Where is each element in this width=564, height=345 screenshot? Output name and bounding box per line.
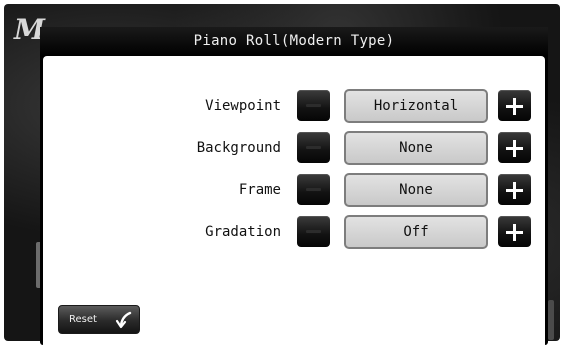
screen: M Piano Roll(Modern Type) Viewpoint Hori… <box>0 0 564 345</box>
plus-icon <box>506 182 523 199</box>
setting-row-viewpoint: Viewpoint Horizontal <box>43 89 545 123</box>
setting-label-viewpoint: Viewpoint <box>205 98 281 114</box>
viewpoint-increment-button[interactable] <box>498 90 531 121</box>
plus-icon <box>506 140 523 157</box>
reset-label: Reset <box>69 314 97 325</box>
frame-decrement-button[interactable] <box>297 174 330 205</box>
minus-icon <box>306 230 321 233</box>
minus-icon <box>306 104 321 107</box>
setting-row-gradation: Gradation Off <box>43 215 545 249</box>
setting-row-background: Background None <box>43 131 545 165</box>
settings-panel: Viewpoint Horizontal Background None Fra… <box>43 56 545 345</box>
undo-arrow-icon <box>115 311 132 329</box>
gradation-decrement-button[interactable] <box>297 216 330 247</box>
piano-roll-dialog: Piano Roll(Modern Type) Viewpoint Horizo… <box>40 27 548 345</box>
setting-label-background: Background <box>196 140 281 156</box>
background-value[interactable]: None <box>344 131 488 165</box>
background-decrement-button[interactable] <box>297 132 330 163</box>
viewpoint-value[interactable]: Horizontal <box>344 89 488 123</box>
side-tab-right <box>548 300 554 340</box>
setting-label-frame: Frame <box>238 182 281 198</box>
setting-label-gradation: Gradation <box>205 224 281 240</box>
background-increment-button[interactable] <box>498 132 531 163</box>
viewpoint-decrement-button[interactable] <box>297 90 330 121</box>
reset-button[interactable]: Reset <box>58 305 140 334</box>
plus-icon <box>506 98 523 115</box>
gradation-increment-button[interactable] <box>498 216 531 247</box>
gradation-value[interactable]: Off <box>344 215 488 249</box>
minus-icon <box>306 188 321 191</box>
minus-icon <box>306 146 321 149</box>
setting-row-frame: Frame None <box>43 173 545 207</box>
frame-value[interactable]: None <box>344 173 488 207</box>
frame-increment-button[interactable] <box>498 174 531 205</box>
plus-icon <box>506 224 523 241</box>
dialog-title: Piano Roll(Modern Type) <box>40 27 548 56</box>
